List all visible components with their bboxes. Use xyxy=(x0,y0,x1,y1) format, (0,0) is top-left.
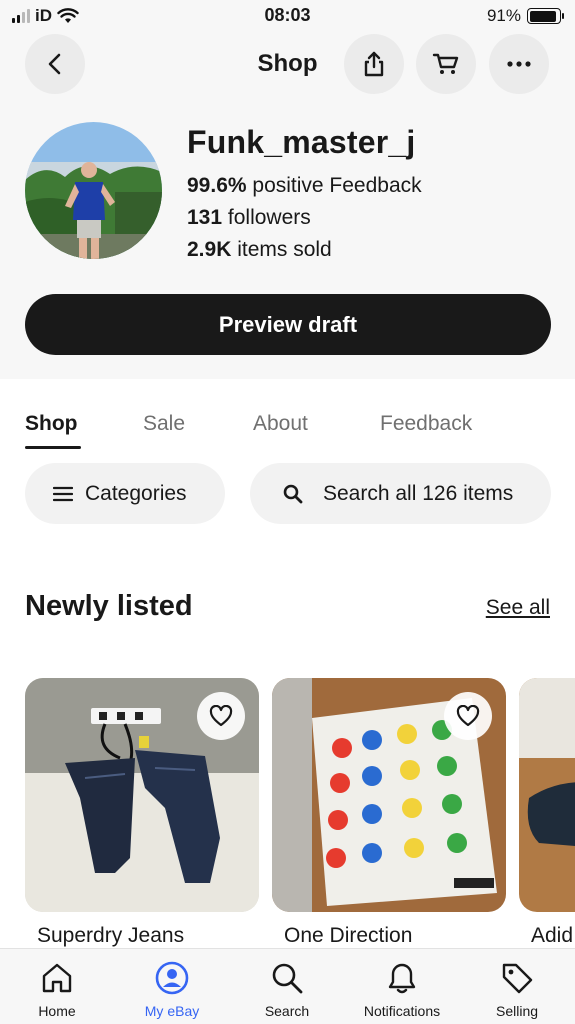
share-button[interactable] xyxy=(344,34,404,94)
active-tab-indicator xyxy=(25,446,81,449)
listing-image xyxy=(519,678,575,912)
nav-search[interactable]: Search xyxy=(232,959,342,1019)
bell-icon xyxy=(388,963,416,994)
user-circle-icon xyxy=(155,961,189,995)
nav-selling[interactable]: Selling xyxy=(462,959,572,1019)
share-icon xyxy=(364,51,384,77)
listing-title[interactable]: Superdry Jeans xyxy=(37,924,184,948)
listing-card[interactable] xyxy=(272,678,506,912)
heart-icon xyxy=(209,705,233,727)
seller-name: Funk_master_j xyxy=(187,124,416,160)
categories-button[interactable]: Categories xyxy=(25,463,225,524)
more-horizontal-icon xyxy=(507,61,531,67)
nav-notifications-label: Notifications xyxy=(363,1003,441,1019)
search-icon xyxy=(272,963,303,994)
app-header: Shop xyxy=(0,32,575,98)
feedback-stat[interactable]: 99.6% positive Feedback xyxy=(187,174,422,198)
nav-search-label: Search xyxy=(264,1003,310,1019)
battery-fill xyxy=(529,10,556,22)
tab-shop[interactable]: Shop xyxy=(25,412,78,436)
search-store-button[interactable]: Search all 126 items xyxy=(250,463,551,524)
battery-icon xyxy=(527,8,564,24)
items-sold-label: items sold xyxy=(237,238,332,261)
avatar[interactable] xyxy=(25,122,162,259)
nav-my-ebay-label: My eBay xyxy=(144,1003,200,1019)
feedback-label: positive Feedback xyxy=(252,174,422,197)
nav-selling-label: Selling xyxy=(495,1003,539,1019)
heart-icon xyxy=(456,705,480,727)
status-right: 91% xyxy=(486,6,564,26)
listing-title[interactable]: One Direction xyxy=(284,924,412,948)
listing-card[interactable] xyxy=(25,678,259,912)
search-store-label: Search all 126 items xyxy=(323,481,514,505)
section-title: Newly listed xyxy=(25,590,193,622)
feedback-value: 99.6% xyxy=(187,174,247,197)
search-icon xyxy=(283,484,303,503)
listing-title[interactable]: Adid xyxy=(531,924,573,948)
seller-profile: Funk_master_j 99.6% positive Feedback 13… xyxy=(0,98,575,379)
tab-feedback[interactable]: Feedback xyxy=(380,412,472,436)
cart-button[interactable] xyxy=(416,34,476,94)
followers-stat: 131 followers xyxy=(187,206,311,230)
menu-icon xyxy=(53,486,73,501)
followers-label: followers xyxy=(227,206,311,229)
items-sold-stat: 2.9K items sold xyxy=(187,238,332,262)
watch-button[interactable] xyxy=(197,692,245,740)
nav-my-ebay[interactable]: My eBay xyxy=(117,959,227,1019)
more-options-button[interactable] xyxy=(489,34,549,94)
nav-notifications[interactable]: Notifications xyxy=(347,959,457,1019)
bottom-navigation: Home My eBay Search Notifications Sellin… xyxy=(0,948,575,1024)
nav-home[interactable]: Home xyxy=(2,959,112,1019)
battery-percent: 91% xyxy=(486,6,521,25)
home-icon xyxy=(42,963,72,993)
listing-card[interactable] xyxy=(519,678,575,912)
see-all-link[interactable]: See all xyxy=(486,596,550,620)
status-bar: iD 08:03 91% xyxy=(0,0,575,32)
watch-button[interactable] xyxy=(444,692,492,740)
followers-value: 131 xyxy=(187,206,223,229)
preview-draft-button[interactable]: Preview draft xyxy=(25,294,551,355)
tag-icon xyxy=(502,963,533,994)
categories-label: Categories xyxy=(85,481,187,505)
items-sold-value: 2.9K xyxy=(187,238,232,261)
tab-about[interactable]: About xyxy=(253,412,308,436)
cart-icon xyxy=(432,53,459,74)
tab-sale[interactable]: Sale xyxy=(143,412,185,436)
nav-home-label: Home xyxy=(38,1003,76,1019)
